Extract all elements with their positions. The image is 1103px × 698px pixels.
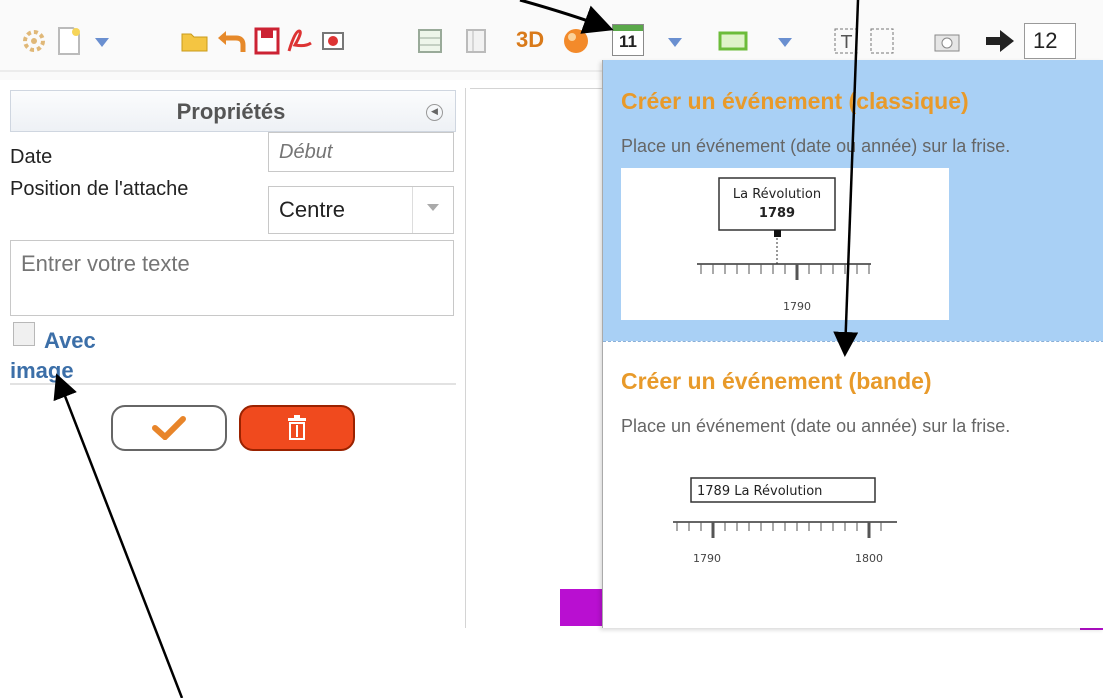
preview-tick-label-a: 1790 <box>693 552 721 565</box>
preview-box-line1: La Révolution <box>733 187 821 202</box>
period-dropdown-chevron-down-icon[interactable] <box>778 38 792 47</box>
menu-item-title: Créer un événement (bande) <box>621 368 932 394</box>
menu-item-event-classic[interactable]: Créer un événement (classique) Place un … <box>603 60 1103 341</box>
new-dropdown-chevron-down-icon[interactable] <box>95 38 109 47</box>
band-timeline-illustration: 1789 La Révolution 1790 1800 <box>673 477 897 565</box>
date-field[interactable] <box>268 132 454 172</box>
preview-tick-label: 1790 <box>783 300 811 313</box>
panel-title: Propriétés <box>176 99 286 124</box>
position-select-value: Centre <box>279 197 346 222</box>
confirm-button[interactable] <box>111 405 227 451</box>
menu-item-description: Place un événement (date ou année) sur l… <box>621 416 1011 436</box>
classic-event-preview: La Révolution 1789 1790 <box>621 168 949 320</box>
panel-divider <box>10 383 456 385</box>
properties-header: Propriétés ◀ <box>10 90 456 132</box>
add-event-calendar-icon[interactable]: 11 <box>612 24 644 56</box>
menu-item-description: Place un événement (date ou année) sur l… <box>621 136 1011 156</box>
arrow-right-icon[interactable] <box>984 24 1016 58</box>
event-dropdown-chevron-down-icon[interactable] <box>668 38 682 47</box>
trash-icon <box>288 415 306 440</box>
event-type-menu: Créer un événement (classique) Place un … <box>602 60 1103 628</box>
globe-icon[interactable] <box>560 24 592 58</box>
date-label: Date <box>10 146 53 168</box>
save-icon[interactable] <box>254 24 280 58</box>
menu-item-title: Créer un événement (classique) <box>621 88 969 114</box>
new-document-icon[interactable] <box>56 24 82 58</box>
table-icon[interactable] <box>416 24 444 58</box>
preview-box-line2: 1789 <box>759 206 795 221</box>
chevron-down-icon[interactable] <box>412 187 453 233</box>
delete-button[interactable] <box>239 405 355 451</box>
position-select[interactable]: Centre <box>268 186 454 234</box>
checkmark-icon <box>152 416 186 440</box>
image-export-icon[interactable] <box>320 24 346 58</box>
line-width-input[interactable] <box>1024 23 1076 59</box>
pdf-export-icon[interactable] <box>285 24 313 58</box>
open-folder-icon[interactable] <box>180 24 210 58</box>
preview-tick-label-b: 1800 <box>855 552 883 565</box>
timeline-period-bar[interactable] <box>560 589 608 626</box>
calendar-day: 11 <box>619 32 637 51</box>
frame-tool-icon[interactable] <box>868 24 896 58</box>
settings-icon[interactable] <box>20 24 48 58</box>
menu-item-event-band[interactable]: Créer un événement (bande) Place un évén… <box>603 342 1103 628</box>
position-label: Position de l'attache <box>10 178 189 200</box>
classic-timeline-illustration: La Révolution 1789 1790 <box>697 177 871 313</box>
text-tool-icon[interactable]: T <box>832 24 860 58</box>
event-text-input[interactable] <box>10 240 454 316</box>
canvas-border-top <box>470 88 610 89</box>
with-image-label[interactable]: Avec image <box>10 326 126 386</box>
collapse-icon[interactable]: ◀ <box>426 104 443 121</box>
layout-icon[interactable] <box>464 24 488 58</box>
canvas-border <box>465 88 466 628</box>
period-icon[interactable] <box>718 24 748 58</box>
camera-icon[interactable] <box>932 24 962 58</box>
svg-text:T: T <box>840 32 853 53</box>
band-event-preview: 1789 La Révolution 1790 1800 <box>621 458 949 588</box>
3d-view-button[interactable]: 3D <box>516 27 544 53</box>
date-input[interactable] <box>269 133 453 171</box>
preview-band-text: 1789 La Révolution <box>697 484 822 499</box>
undo-icon[interactable] <box>216 24 246 58</box>
